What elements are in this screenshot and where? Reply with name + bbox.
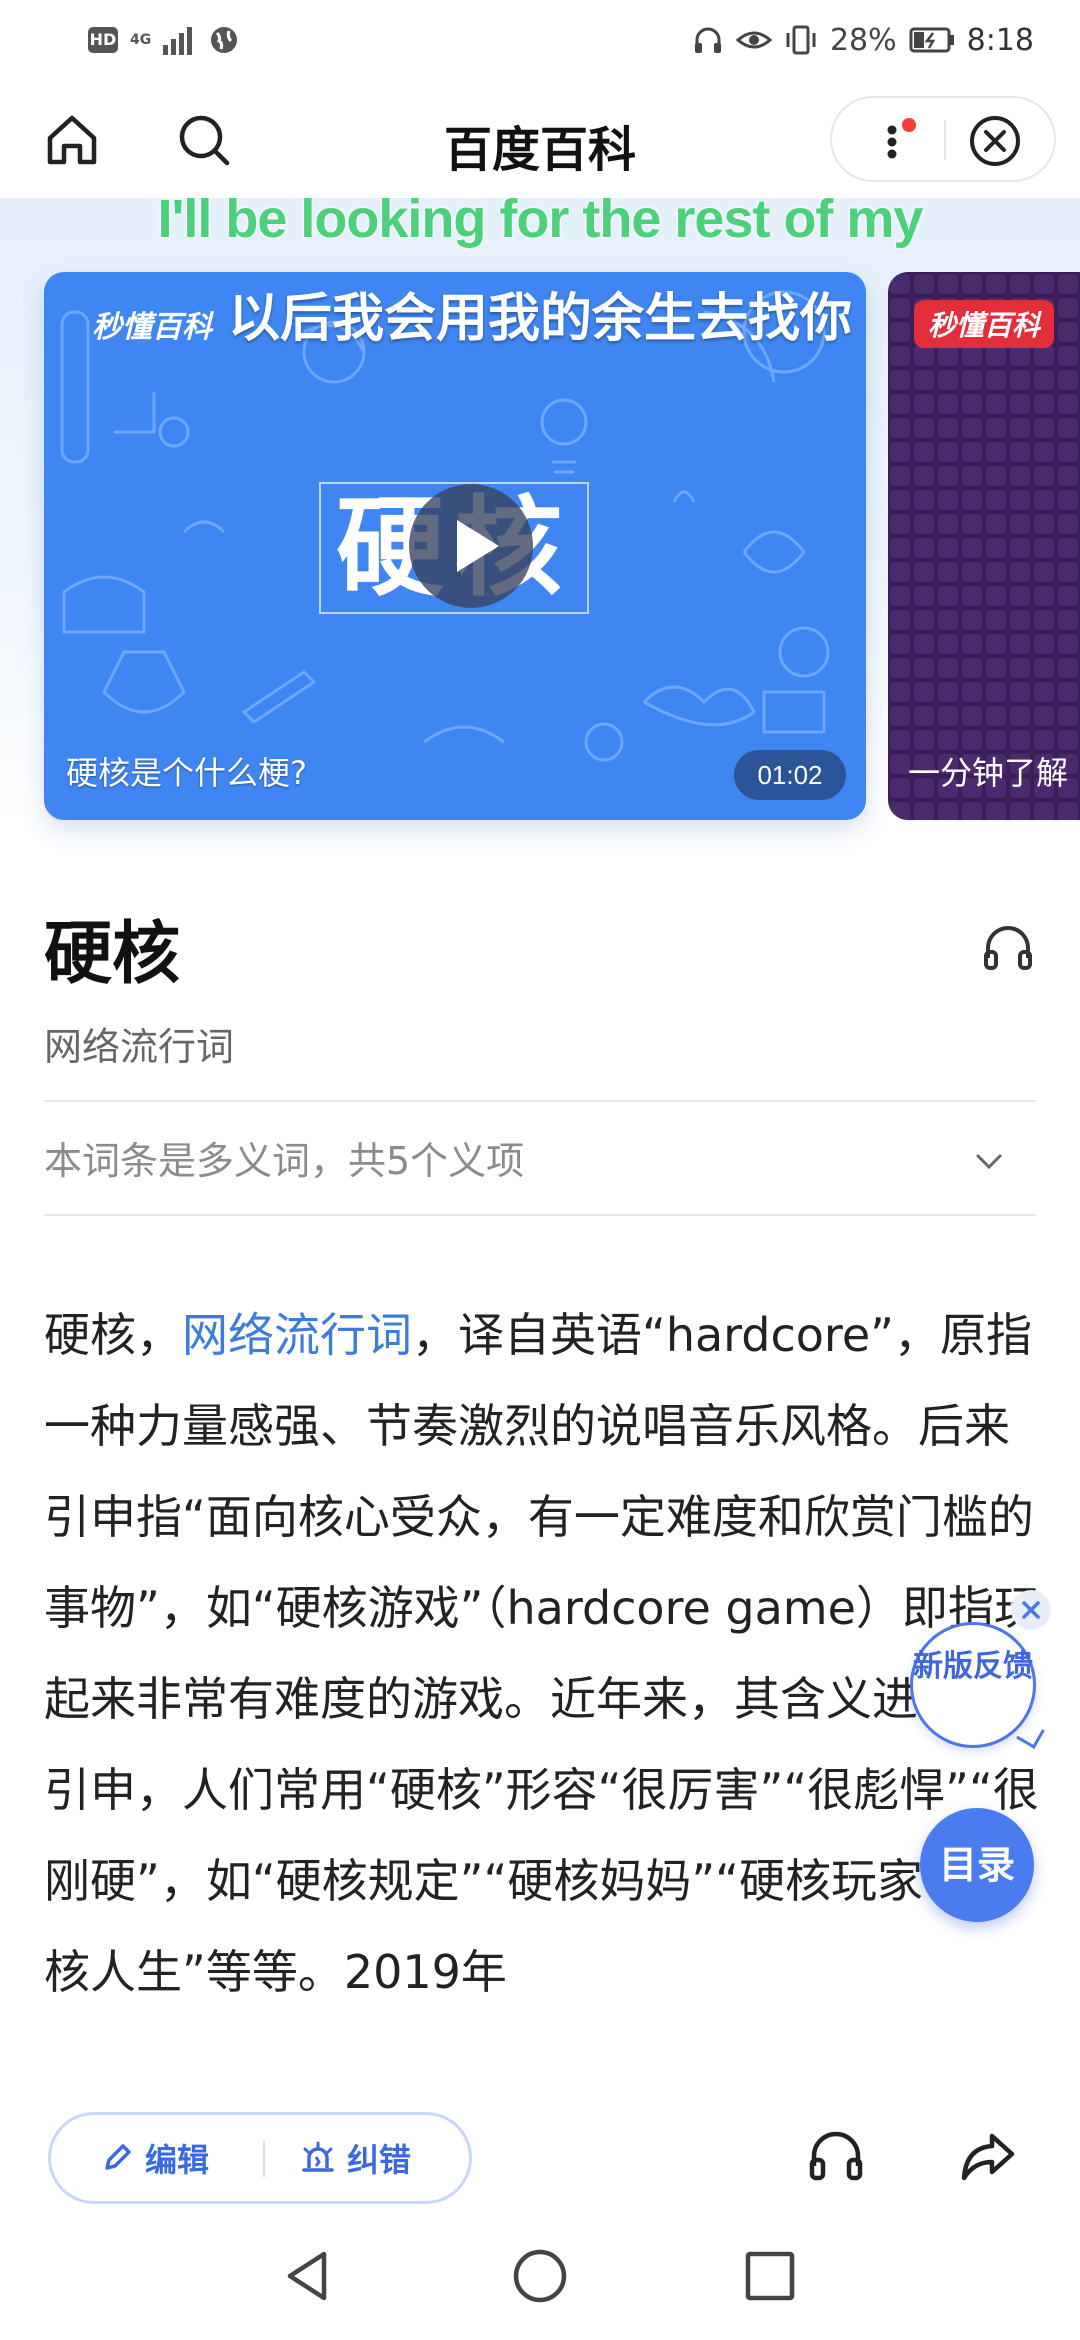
eye-icon bbox=[735, 31, 772, 49]
close-icon[interactable] bbox=[968, 114, 1022, 168]
video-caption: 硬核是个什么梗? bbox=[66, 754, 307, 792]
app-header: 百度百科 bbox=[0, 80, 1080, 198]
bottom-toolbar: 编辑 纠错 bbox=[0, 2100, 1080, 2212]
capsule-menu bbox=[830, 96, 1056, 182]
notification-dot bbox=[902, 118, 916, 132]
share-icon[interactable] bbox=[958, 2126, 1018, 2186]
status-left: HD 4G bbox=[88, 22, 239, 58]
battery-percent: 28% bbox=[829, 22, 897, 58]
divider-bottom bbox=[44, 1214, 1036, 1216]
edit-label: 编辑 bbox=[145, 2141, 210, 2179]
edit-correct-pill: 编辑 纠错 bbox=[48, 2112, 472, 2204]
pill-divider bbox=[263, 2141, 265, 2177]
video-duration: 01:02 bbox=[734, 750, 846, 800]
page-title: 百度百科 bbox=[443, 122, 636, 178]
status-bar: HD 4G 28% 8:18 bbox=[0, 0, 1080, 80]
network-label: 4G bbox=[130, 32, 152, 48]
alarm-icon bbox=[302, 2141, 334, 2172]
clock: 8:18 bbox=[966, 22, 1034, 58]
status-right: 28% 8:18 bbox=[692, 20, 1034, 60]
edit-button[interactable]: 编辑 bbox=[99, 2115, 209, 2201]
listen-icon[interactable] bbox=[806, 2126, 866, 2186]
vibrate-icon bbox=[786, 25, 816, 55]
headphones-status-icon bbox=[694, 27, 721, 53]
correct-button[interactable]: 纠错 bbox=[299, 2115, 411, 2201]
feedback-close-button[interactable] bbox=[1011, 1590, 1051, 1630]
home-nav-icon[interactable] bbox=[510, 2246, 570, 2306]
subtitle-english: I'll be looking for the rest of my bbox=[157, 189, 924, 249]
video-card[interactable]: 秒懂百科 硬核 硬核是个什么梗? 01:02 bbox=[44, 272, 866, 820]
body-text-rest: ，译自英语“hardcore”，原指一种力量感强、节奏激烈的说唱音乐风格。后来引… bbox=[44, 1308, 1040, 1999]
play-button[interactable] bbox=[409, 484, 533, 608]
entry-body: 硬核，网络流行词，译自英语“hardcore”，原指一种力量感强、节奏激烈的说唱… bbox=[44, 1290, 1044, 2018]
entry-subtitle: 网络流行词 bbox=[44, 1025, 235, 1069]
video-caption-next: 一分钟了解 bbox=[908, 754, 1069, 792]
globe-icon bbox=[211, 27, 238, 53]
hd-badge: HD bbox=[88, 27, 118, 53]
play-icon bbox=[457, 520, 499, 572]
body-text-start: 硬核， bbox=[44, 1308, 182, 1362]
entry-title: 硬核 bbox=[44, 915, 181, 994]
polysemy-notice[interactable]: 本词条是多义词，共5个义项 bbox=[44, 1130, 524, 1185]
subtitle-chinese: 以后我会用我的余生去找你 bbox=[227, 289, 852, 349]
pencil-icon bbox=[105, 2144, 131, 2170]
table-of-contents-button[interactable]: 目录 bbox=[920, 1808, 1034, 1922]
chevron-down-icon[interactable] bbox=[972, 1144, 1006, 1178]
battery-icon bbox=[909, 27, 954, 53]
back-nav-icon[interactable] bbox=[278, 2246, 338, 2306]
recents-nav-icon[interactable] bbox=[740, 2246, 800, 2306]
feedback-button[interactable]: 新版反馈 bbox=[910, 1622, 1036, 1748]
signal-icon bbox=[163, 27, 193, 55]
system-nav-bar bbox=[0, 2212, 1080, 2340]
home-icon[interactable] bbox=[42, 110, 102, 170]
grid-pattern bbox=[888, 272, 1080, 820]
capsule-divider bbox=[944, 120, 946, 160]
headphones-icon[interactable] bbox=[980, 920, 1036, 976]
search-icon[interactable] bbox=[174, 110, 234, 170]
video-card-next[interactable]: 秒懂百科 一分钟了解 bbox=[888, 272, 1080, 820]
close-small-icon bbox=[1022, 1601, 1040, 1619]
correct-label: 纠错 bbox=[347, 2141, 412, 2179]
link-internet-slang[interactable]: 网络流行词 bbox=[182, 1308, 412, 1362]
divider-top bbox=[44, 1100, 1036, 1102]
